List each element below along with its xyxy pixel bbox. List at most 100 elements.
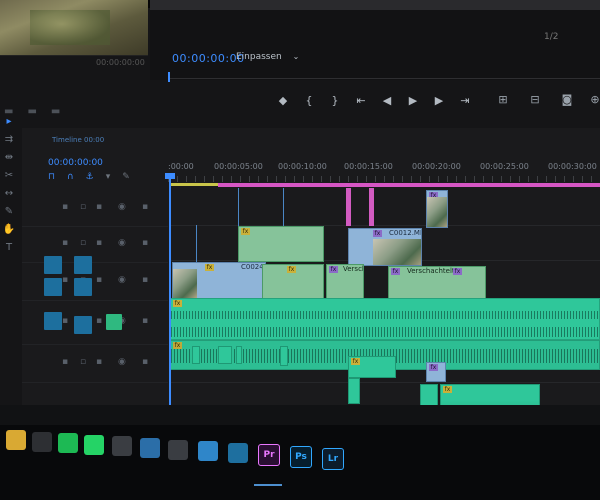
track-lock-icon[interactable]: ▪ (62, 238, 68, 248)
audio-clip[interactable] (280, 346, 288, 366)
ripple-edit-icon[interactable]: ⇹ (2, 152, 16, 164)
settings-icon[interactable]: ⊕ (584, 90, 600, 108)
file-explorer-icon[interactable] (6, 430, 26, 450)
track-mute-icon[interactable]: ▪ (142, 238, 148, 248)
audio-clip[interactable] (192, 346, 200, 364)
monitor-scrub-bar[interactable] (170, 78, 600, 79)
track-eye-icon[interactable]: ◉ (118, 238, 126, 248)
adjustment-clip[interactable] (346, 188, 351, 226)
step-forward-icon[interactable]: ▶ (426, 90, 452, 110)
track-target-button[interactable] (74, 316, 92, 334)
razor-tool-icon[interactable]: ✂ (2, 170, 16, 182)
track-lock-icon[interactable]: ▪ (62, 316, 68, 326)
audio-clip[interactable] (348, 378, 360, 404)
wrench-settings-icon[interactable]: ✎ (122, 172, 130, 182)
spotify-icon[interactable] (58, 433, 78, 454)
audio-waveform (171, 327, 599, 337)
audio-clip[interactable] (236, 346, 242, 364)
track-target-button[interactable] (74, 256, 92, 274)
lift-icon[interactable]: ⊞ (492, 90, 514, 108)
track-eye-icon[interactable]: ◉ (118, 275, 126, 285)
timeline-scrollbar[interactable] (0, 405, 600, 427)
track-toggle-icon[interactable]: ▪ (96, 202, 102, 212)
photoshop-icon[interactable]: Ps (290, 446, 312, 468)
track-sync-icon[interactable]: ▫ (80, 238, 86, 248)
track-toggle-icon[interactable]: ▪ (96, 357, 102, 367)
app-icon-5[interactable] (112, 436, 132, 457)
mark-in-icon[interactable]: ◆ (270, 90, 296, 110)
track-sync-icon[interactable]: ▫ (80, 202, 86, 212)
track-eye-icon[interactable]: ◉ (118, 202, 126, 212)
export-frame-icon[interactable]: ◙ (556, 90, 578, 108)
track-target-button[interactable] (44, 278, 62, 296)
selection-tool-icon[interactable]: ▸ (2, 116, 16, 128)
pen-tool-icon[interactable]: ✎ (2, 206, 16, 218)
snap-icon[interactable]: ▬ (27, 106, 36, 117)
go-to-in-icon[interactable]: ⇤ (348, 90, 374, 110)
type-tool-icon[interactable]: T (2, 242, 16, 254)
track-mute-icon[interactable]: ▪ (142, 357, 148, 367)
track-mute-icon[interactable]: ▪ (142, 316, 148, 326)
track-toggle-icon[interactable]: ▪ (96, 275, 102, 285)
timeline-playhead[interactable] (169, 176, 171, 406)
monitor-playhead[interactable] (168, 72, 170, 82)
slip-tool-icon[interactable]: ↔ (2, 188, 16, 200)
ruler-tick-label: 00:00:15:00 (344, 162, 393, 171)
adjustment-clip[interactable] (369, 188, 374, 226)
track-eye-icon[interactable]: ◉ (118, 357, 126, 367)
linked-icon[interactable]: ▬ (51, 106, 60, 117)
premiere-pro-icon[interactable]: Pr (258, 444, 280, 467)
track-target-button[interactable] (74, 278, 92, 296)
video-clip-c0012[interactable]: fx C0012.MP4 (348, 228, 422, 266)
fx-badge: fx (329, 266, 338, 273)
nested-sequence-clip[interactable]: fx Verschachtel (326, 264, 364, 302)
track-lock-icon[interactable]: ▪ (62, 202, 68, 212)
audio-clip[interactable]: fx (348, 356, 396, 378)
app-icon-8[interactable] (198, 441, 218, 462)
audio-clip[interactable] (218, 346, 232, 364)
app-icon-2[interactable] (32, 431, 52, 452)
track-mute-icon[interactable]: ▪ (142, 275, 148, 285)
app-icon-9[interactable] (228, 442, 248, 463)
track-lock-icon[interactable]: ▪ (62, 357, 68, 367)
app-icon-6[interactable] (140, 438, 160, 458)
app-icon-7[interactable] (168, 439, 188, 460)
play-icon[interactable]: ▶ (400, 90, 426, 110)
program-timecode[interactable]: 00:00:00:00 (172, 52, 245, 65)
track-select-icon[interactable]: ⇉ (2, 134, 16, 146)
video-clip[interactable]: fx (426, 190, 448, 228)
source-monitor-preview[interactable] (0, 0, 148, 56)
track-mute-icon[interactable]: ▪ (142, 202, 148, 212)
audio-clip-a1[interactable]: fx (170, 298, 600, 340)
mark-out-right-icon[interactable]: } (322, 90, 348, 110)
ruler-tick-label: 00:00:10:00 (278, 162, 327, 171)
snap-magnet-icon[interactable]: ∩ (67, 172, 74, 182)
extract-icon[interactable]: ⊟ (524, 90, 546, 108)
program-monitor[interactable] (150, 0, 600, 80)
track-sync-icon[interactable]: ▫ (80, 357, 86, 367)
video-clip[interactable]: fx (262, 264, 324, 300)
video-clip[interactable]: fx (426, 362, 446, 382)
linked-selection-icon[interactable]: ⚓ (86, 172, 94, 182)
fit-dropdown[interactable]: Einpassen ⌄ (236, 52, 299, 62)
marker-icon[interactable]: ▾ (106, 172, 111, 182)
track-target-button[interactable] (44, 256, 62, 274)
timeline-timecode[interactable]: 00:00:00:00 (48, 158, 103, 168)
whatsapp-icon[interactable] (84, 434, 104, 455)
hand-tool-icon[interactable]: ✋ (2, 224, 16, 236)
source-patch-button[interactable] (106, 314, 122, 330)
resolution-select[interactable]: 1/2 (544, 32, 558, 42)
track-toggle-icon[interactable]: ▪ (96, 238, 102, 248)
track-lock-icon[interactable]: ▪ (62, 275, 68, 285)
go-to-out-icon[interactable]: ⇥ (452, 90, 478, 110)
video-clip-c0024[interactable]: fx C0024 (172, 262, 266, 300)
nest-icon[interactable]: ⊓ (48, 172, 55, 182)
lightroom-icon[interactable]: Lr (322, 447, 344, 470)
track-toggle-icon[interactable]: ▪ (96, 316, 102, 326)
track-target-button[interactable] (44, 312, 62, 330)
mark-out-left-icon[interactable]: { (296, 90, 322, 110)
video-clip[interactable]: fx (238, 226, 324, 262)
sequence-tab[interactable]: Timeline 00:00 (52, 136, 104, 144)
step-back-icon[interactable]: ◀ (374, 90, 400, 110)
ruler-ticks (168, 176, 600, 182)
